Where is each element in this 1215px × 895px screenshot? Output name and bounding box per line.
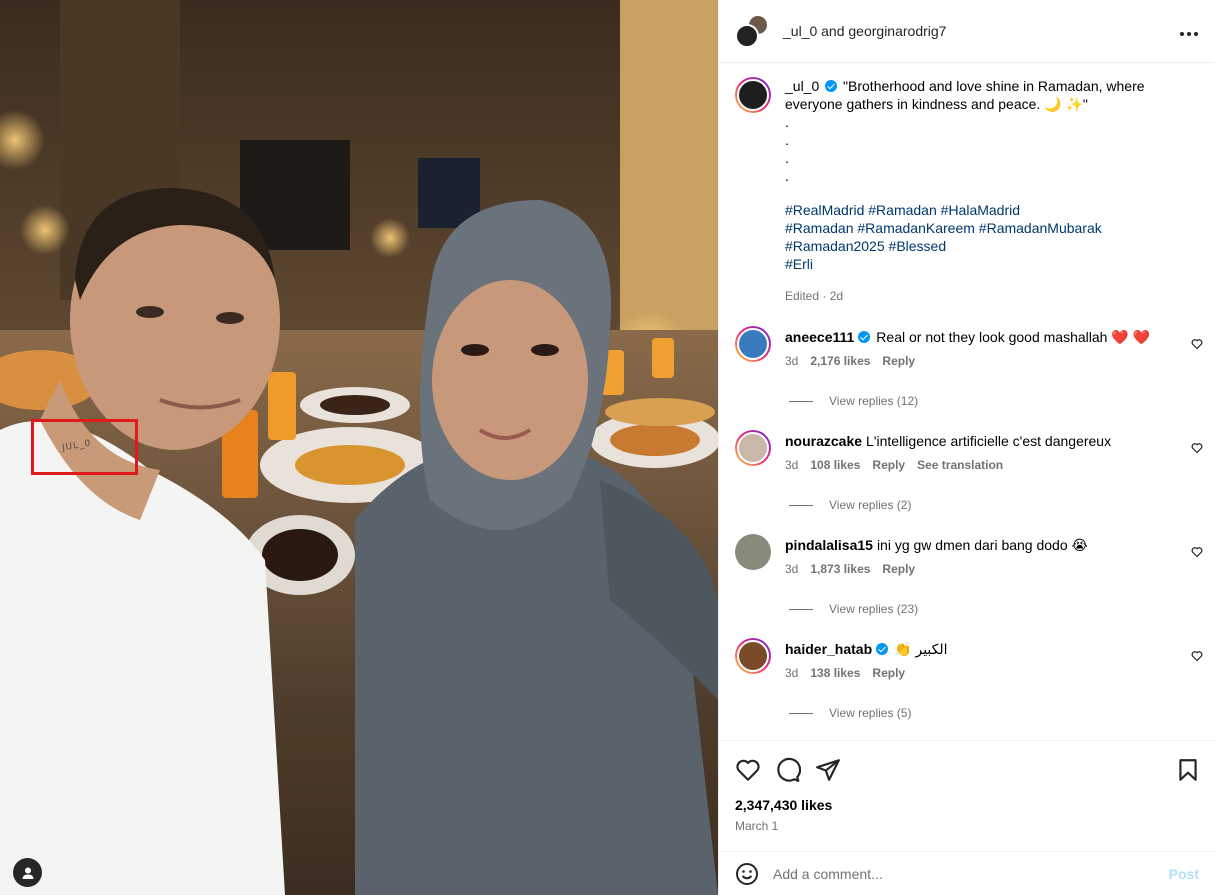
comment-likes[interactable]: 138 likes [810, 666, 860, 680]
avatar[interactable] [735, 326, 771, 362]
comment-list: aneece111 Real or not they look good mash… [719, 326, 1215, 740]
comment-text: L'intelligence artificielle c'est danger… [866, 433, 1112, 449]
hashtag-link[interactable]: #HalaMadrid [941, 202, 1020, 218]
comment-username[interactable]: aneece111 [785, 329, 854, 345]
view-replies-label: View replies (2) [829, 498, 912, 512]
caption-meta: Edited · 2d [785, 289, 844, 303]
post-date: March 1 [735, 819, 779, 833]
post-details-pane: _ul_0 and georginarodrig7 _ul_0 "Brother… [718, 0, 1215, 895]
like-comment-heart-icon[interactable] [1191, 546, 1203, 558]
comment-item: haider_hatab 👏 الكبير 3d 138 likes Reply View… [719, 638, 1215, 720]
comment-meta: 3d 2,176 likes Reply [785, 352, 1199, 370]
avatar[interactable] [735, 430, 771, 466]
hashtag-link[interactable]: #RamadanMubarak [979, 220, 1102, 236]
caption-dot: . [785, 132, 789, 148]
comment-item: nourazcake L'intelligence artificielle c'… [719, 430, 1215, 512]
avatar[interactable] [735, 77, 771, 113]
avatar [735, 24, 759, 48]
comment-row: haider_hatab 👏 الكبير 3d 138 likes Reply [719, 638, 1215, 682]
see-translation-button[interactable]: See translation [917, 458, 1003, 472]
comment-row: aneece111 Real or not they look good mash… [719, 326, 1215, 370]
bookmark-icon[interactable] [1175, 757, 1201, 783]
comment-meta: 3d 108 likes Reply See translation [785, 456, 1199, 474]
comment-icon[interactable] [775, 757, 801, 783]
hashtag-link[interactable]: #Erli [785, 256, 813, 272]
comment-username[interactable]: nourazcake [785, 433, 862, 449]
verified-badge-icon [825, 80, 838, 92]
comment-input[interactable] [773, 865, 1169, 882]
send-icon[interactable] [815, 757, 841, 783]
hashtag-link[interactable]: #Ramadan [868, 202, 937, 218]
add-comment-bar: Post [719, 851, 1215, 895]
view-replies-label: View replies (5) [829, 706, 912, 720]
replies-divider [789, 608, 813, 610]
hashtag-link[interactable]: #Ramadan2025 [785, 238, 885, 254]
comment-meta: 3d 138 likes Reply [785, 664, 1199, 682]
reply-button[interactable]: Reply [872, 458, 905, 472]
comment-time: 3d [785, 666, 799, 680]
post-photo[interactable]: JUL_0 [0, 0, 718, 895]
post-actions: 2,347,430 likes March 1 [719, 740, 1215, 840]
avatar[interactable] [735, 638, 771, 674]
comment-likes[interactable]: 1,873 likes [810, 562, 870, 576]
more-options-button[interactable] [1179, 21, 1199, 41]
verified-badge-icon [876, 643, 889, 655]
comments-scroll-area[interactable]: _ul_0 "Brotherhood and love shine in Ram… [719, 63, 1215, 740]
comment-username[interactable]: haider_hatab [785, 641, 872, 657]
hashtag-link[interactable]: #RamadanKareem [857, 220, 975, 236]
post-header: _ul_0 and georginarodrig7 [719, 0, 1215, 63]
like-comment-heart-icon[interactable] [1191, 338, 1203, 350]
view-replies-button[interactable]: View replies (12) [789, 394, 1215, 408]
heart-icon[interactable] [735, 757, 761, 783]
reply-button[interactable]: Reply [882, 354, 915, 368]
smiley-icon[interactable] [735, 862, 759, 886]
comment-time: 3d [785, 458, 799, 472]
view-replies-label: View replies (23) [829, 602, 919, 616]
comment-text: 👏 الكبير [894, 641, 948, 657]
hashtag-link[interactable]: #Ramadan [785, 220, 854, 236]
replies-divider [789, 504, 813, 506]
tagged-users-button[interactable] [13, 858, 42, 887]
comment-time: 3d [785, 354, 799, 368]
likes-count[interactable]: 2,347,430 likes [719, 783, 1215, 813]
caption-dot: . [785, 168, 789, 184]
comment-text: ini yg gw dmen dari bang dodo 😭 [876, 537, 1088, 553]
replies-divider [789, 400, 813, 402]
comment-row: pindalalisa15 ini yg gw dmen dari bang do… [719, 534, 1215, 578]
replies-divider [789, 712, 813, 714]
more-horizontal-icon [1180, 32, 1198, 36]
view-replies-button[interactable]: View replies (23) [789, 602, 1215, 616]
hashtag-link[interactable]: #RealMadrid [785, 202, 864, 218]
collab-avatars[interactable] [735, 14, 769, 48]
reply-button[interactable]: Reply [872, 666, 905, 680]
verified-badge-icon [858, 331, 871, 343]
caption-dot: . [785, 150, 789, 166]
post-caption: _ul_0 "Brotherhood and love shine in Ram… [719, 63, 1215, 305]
caption-text: "Brotherhood and love shine in Ramadan, … [785, 78, 1145, 112]
caption-dot: . [785, 114, 789, 130]
like-comment-heart-icon[interactable] [1191, 442, 1203, 454]
caption-hashtags: #RealMadrid #Ramadan #HalaMadrid #Ramada… [785, 201, 1199, 273]
view-replies-label: View replies (12) [829, 394, 919, 408]
comment-text: Real or not they look good mashallah ❤️ … [876, 329, 1151, 345]
post-comment-button[interactable]: Post [1169, 866, 1199, 882]
comment-item: aneece111 Real or not they look good mash… [719, 326, 1215, 408]
comment-item: pindalalisa15 ini yg gw dmen dari bang do… [719, 534, 1215, 616]
view-replies-button[interactable]: View replies (2) [789, 498, 1215, 512]
person-icon [22, 867, 33, 879]
comment-likes[interactable]: 2,176 likes [810, 354, 870, 368]
reply-button[interactable]: Reply [882, 562, 915, 576]
like-comment-heart-icon[interactable] [1191, 650, 1203, 662]
comment-meta: 3d 1,873 likes Reply [785, 560, 1199, 578]
comment-likes[interactable]: 108 likes [810, 458, 860, 472]
comment-row: nourazcake L'intelligence artificielle c'… [719, 430, 1215, 474]
hashtag-link[interactable]: #Blessed [889, 238, 947, 254]
comment-time: 3d [785, 562, 799, 576]
caption-username[interactable]: _ul_0 [785, 78, 819, 94]
avatar[interactable] [735, 534, 771, 570]
post-authors[interactable]: _ul_0 and georginarodrig7 [783, 23, 946, 39]
comment-username[interactable]: pindalalisa15 [785, 537, 873, 553]
view-replies-button[interactable]: View replies (5) [789, 706, 1215, 720]
